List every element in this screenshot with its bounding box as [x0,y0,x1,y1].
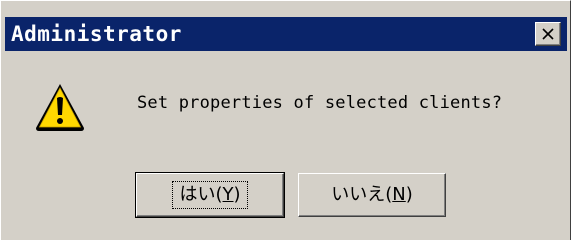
no-mnemonic: N [392,184,406,205]
yes-label-prefix: はい( [179,184,223,205]
no-label-suffix: ) [405,184,413,205]
message-dialog: Administrator Set properties of selected… [0,0,571,240]
no-button[interactable]: いいえ(N) [298,173,446,217]
yes-button-label: はい(Y) [172,181,248,209]
no-label-prefix: いいえ( [331,184,393,205]
title-bar[interactable]: Administrator [5,17,567,51]
window-title: Administrator [11,22,182,46]
dialog-message: Set properties of selected clients? [137,93,503,113]
yes-label-suffix: ) [233,184,241,205]
no-button-label: いいえ(N) [325,182,419,208]
close-icon [542,28,554,40]
close-button[interactable] [535,22,561,46]
yes-button[interactable]: はい(Y) [135,172,285,218]
warning-icon [36,84,84,131]
yes-mnemonic: Y [222,184,234,205]
